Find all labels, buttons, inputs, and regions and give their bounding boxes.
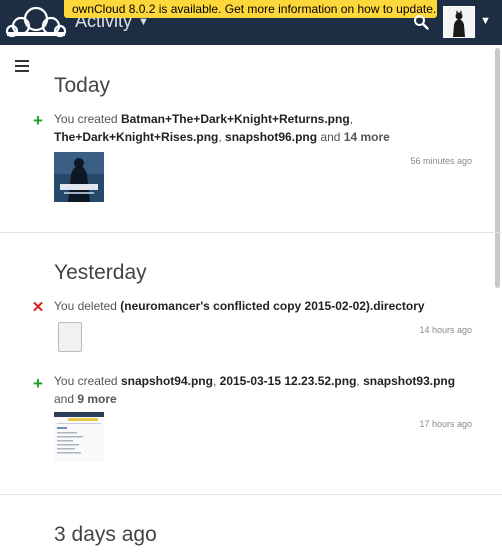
section-divider — [0, 232, 502, 233]
owncloud-logo-icon[interactable] — [4, 4, 68, 40]
activity-event-text: You deleted (neuromancer's conflicted co… — [54, 299, 425, 313]
scrollbar[interactable] — [495, 48, 500, 288]
file-link[interactable]: Batman+The+Dark+Knight+Returns.png — [121, 112, 350, 126]
section-title-yesterday: Yesterday — [54, 261, 147, 284]
file-preview-thumbnail[interactable] — [54, 152, 104, 202]
top-header-bar: Activity ▼ ownCloud 8.0.2 is available. G… — [0, 0, 502, 45]
event-timestamp: 14 hours ago — [419, 325, 472, 335]
event-timestamp: 17 hours ago — [419, 419, 472, 429]
activity-event-text: You created snapshot94.png, 2015-03-15 1… — [54, 374, 456, 406]
update-notification[interactable]: ownCloud 8.0.2 is available. Get more in… — [64, 0, 437, 18]
section-title-3-days-ago: 3 days ago — [54, 523, 157, 546]
file-link[interactable]: snapshot93.png — [363, 374, 455, 388]
more-files-link[interactable]: 9 more — [77, 392, 116, 406]
cross-icon: ✕ — [31, 299, 45, 316]
file-link[interactable]: The+Dark+Knight+Rises.png — [54, 130, 218, 144]
screenshot-image-icon — [54, 412, 104, 462]
activity-event-text: You created Batman+The+Dark+Knight+Retur… — [54, 112, 390, 144]
avatar-image-icon — [444, 7, 474, 37]
plus-icon: + — [33, 374, 43, 393]
file-icon[interactable] — [58, 322, 82, 352]
file-link[interactable]: 2015-03-15 12.23.52.png — [220, 374, 357, 388]
event-timestamp: 56 minutes ago — [410, 156, 472, 166]
more-files-link[interactable]: 14 more — [344, 130, 390, 144]
user-avatar[interactable] — [443, 6, 475, 38]
section-divider — [0, 494, 502, 495]
file-preview-thumbnail[interactable] — [54, 412, 104, 462]
plus-icon: + — [33, 111, 43, 130]
section-title-today: Today — [54, 74, 111, 97]
user-menu-chevron-icon[interactable]: ▼ — [480, 15, 491, 27]
file-link[interactable]: snapshot96.png — [225, 130, 317, 144]
batman-image-icon — [54, 152, 104, 202]
file-link[interactable]: snapshot94.png — [121, 374, 213, 388]
search-icon[interactable] — [413, 14, 429, 30]
file-link[interactable]: (neuromancer's conflicted copy 2015-02-0… — [120, 299, 424, 313]
hamburger-icon[interactable] — [15, 60, 29, 74]
